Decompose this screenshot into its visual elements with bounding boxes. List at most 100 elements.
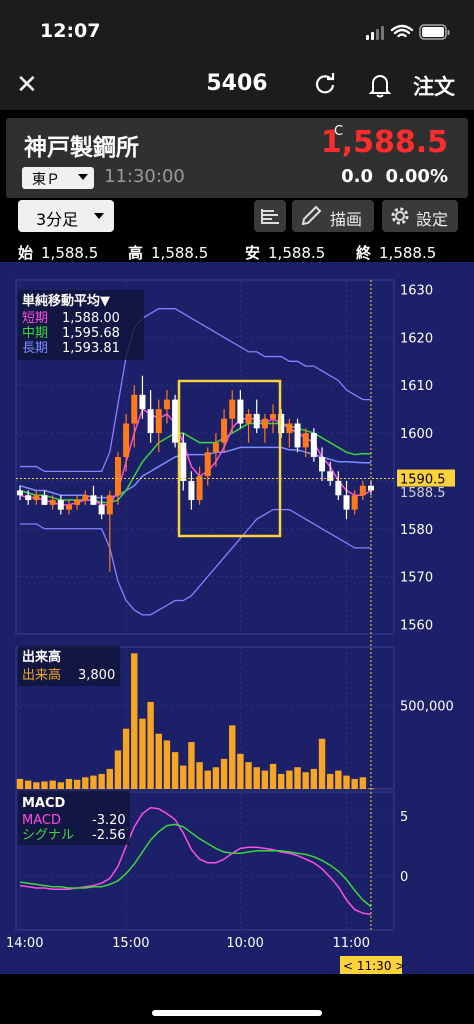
volume-bar [16, 778, 24, 789]
ma-legend-title: 単純移動平均▼ [22, 293, 110, 309]
volume-bar [90, 775, 97, 789]
ohlc-open: 始 1,588.5 [18, 242, 98, 263]
price-axis-label: 1600 [400, 427, 433, 442]
candlesticks [17, 375, 374, 572]
volume-bar [188, 742, 195, 789]
ma-mid-line [19, 422, 372, 504]
volume-bar [131, 653, 138, 789]
candle-body [33, 495, 40, 501]
time-axis-label: 10:00 [226, 936, 263, 951]
volume-bar [155, 733, 162, 789]
candle-body [229, 399, 236, 419]
volume-bar [73, 779, 81, 789]
candle-body [147, 409, 154, 434]
cursor-time-label: < 11:30 > [343, 959, 405, 973]
volume-bar [24, 780, 32, 789]
candle-body [253, 413, 260, 429]
ma-long-value: 1,593.81 [62, 341, 120, 356]
change-percent: 0.00% [385, 166, 448, 187]
order-button[interactable]: 注文 [413, 71, 455, 101]
open-label: 始 [18, 244, 34, 262]
candle-body [49, 500, 56, 505]
high-value: 1,588.5 [151, 244, 209, 262]
candle-body [351, 495, 358, 510]
ma-short-label: 短期 [22, 311, 48, 326]
settings-button[interactable]: 設定 [382, 200, 458, 232]
low-value: 1,588.5 [268, 244, 326, 262]
status-icons [366, 24, 450, 40]
low-label: 安 [245, 244, 261, 262]
volume-label: 出来高 [22, 667, 61, 683]
draw-button[interactable]: 描画 [292, 200, 374, 232]
volume-bar [220, 758, 228, 789]
price-axis-label: 1620 [400, 331, 433, 346]
settings-label: 設定 [416, 210, 449, 229]
ma-long-line [19, 446, 372, 499]
candle-body [139, 394, 146, 410]
market-value: 東Ｐ [32, 172, 60, 188]
ma-short-line [19, 408, 372, 506]
volume-bar [261, 770, 269, 789]
candle-body [155, 409, 162, 434]
macd-legend: MACD MACD -3.20 シグナル -2.56 [18, 791, 130, 845]
candle-body [74, 500, 81, 505]
candle-body [286, 423, 293, 434]
candle-body [25, 495, 32, 501]
volume-bar [294, 767, 301, 789]
stock-info-panel: 神戸製鋼所 C 1,588.5 東Ｐ 11:30:00 0.0 0.00% [6, 118, 468, 198]
volume-bar [41, 781, 48, 789]
candle-body [114, 457, 121, 496]
ma-long-label: 長期 [22, 341, 48, 356]
volume-bar [359, 777, 367, 789]
indicator-button[interactable] [254, 200, 286, 232]
chart-area[interactable]: 1630 1620 1610 1600 1580 1570 1560 1588.5 1590.5… [0, 262, 474, 974]
close-value: 1,588.5 [379, 244, 437, 262]
volume-bar [180, 765, 187, 789]
volume-bar [351, 778, 358, 789]
signal-label: シグナル [22, 828, 74, 843]
price-change: 0.0 0.00% [341, 166, 448, 187]
volume-bar [114, 750, 122, 789]
volume-bar [204, 770, 211, 789]
ma-legend: 単純移動平均▼ 短期 1,588.00 中期 1,595.68 長期 1,593… [18, 290, 144, 360]
quote-time: 11:30:00 [104, 166, 185, 187]
time-axis-label: 11:00 [333, 936, 370, 951]
cursor-price-label: 1590.5 [400, 473, 446, 488]
volume-bar [122, 728, 130, 789]
candle-body [65, 504, 72, 510]
ohlc-low: 安 1,588.5 [245, 242, 325, 263]
candle-body [188, 480, 195, 501]
market-select[interactable]: 東Ｐ [22, 167, 94, 189]
nav-bar: ✕ 5406 注文 [0, 60, 474, 110]
chart-axes: 1630 1620 1610 1600 1580 1570 1560 1588.51590.5… [6, 280, 455, 974]
wifi-icon [390, 24, 414, 38]
reload-icon[interactable] [314, 73, 336, 95]
ma-mid-label: 中期 [22, 326, 48, 341]
bell-icon[interactable] [368, 72, 392, 98]
price-chart[interactable]: 1630 1620 1610 1600 1580 1570 1560 1588.51590.5… [0, 262, 474, 974]
chevron-down-icon [94, 213, 104, 219]
time-axis-label: 15:00 [112, 936, 149, 951]
pencil-icon [301, 205, 322, 226]
volume-bar [49, 780, 56, 789]
high-label: 高 [128, 244, 144, 262]
gear-icon [391, 207, 409, 225]
change-value: 0.0 [341, 166, 373, 187]
macd-axis-label: 5 [400, 810, 408, 825]
status-bar: 12:07 [0, 0, 474, 60]
timeframe-select[interactable]: 3分足 [18, 200, 114, 232]
draw-label: 描画 [330, 210, 363, 229]
candle-body [302, 433, 309, 448]
volume-bar [237, 753, 244, 789]
home-indicator[interactable] [152, 1010, 322, 1016]
last-price-label: 1588.5 [400, 486, 446, 501]
volume-legend: 出来高 出来高 3,800 [18, 646, 120, 686]
candle-body [90, 495, 97, 505]
volume-bar [98, 773, 105, 789]
candle-body [310, 433, 317, 457]
candle-body [343, 495, 350, 510]
volume-bar [245, 762, 252, 789]
volume-bar [343, 775, 350, 789]
volume-bar [139, 718, 146, 789]
volume-axis-label: 500,000 [400, 699, 454, 714]
